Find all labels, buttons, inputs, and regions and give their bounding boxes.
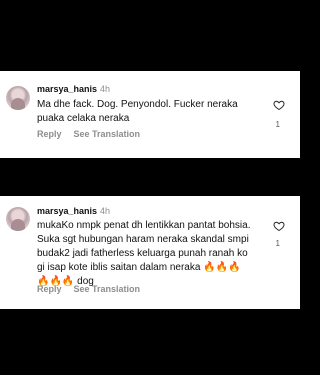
heart-outline-icon[interactable] xyxy=(273,220,285,232)
comment-time: 4h xyxy=(100,84,111,94)
like-count: 1 xyxy=(275,120,280,129)
reply-button[interactable]: Reply xyxy=(37,284,62,294)
username-text[interactable]: marsya_hanis xyxy=(37,84,97,94)
username-text[interactable]: marsya_hanis xyxy=(37,206,97,216)
comment-username[interactable]: marsya_hanis 4h xyxy=(37,84,110,94)
comment-time: 4h xyxy=(100,206,111,216)
comment-card: marsya_hanis 4h mukaKo nmpk penat dh lent… xyxy=(0,196,300,309)
see-translation-button[interactable]: See Translation xyxy=(74,129,141,139)
comment-actions: Reply See Translation xyxy=(37,129,152,139)
avatar[interactable] xyxy=(6,86,30,110)
avatar[interactable] xyxy=(6,207,30,231)
comment-text: mukaKo nmpk penat dh lentikkan pantat bo… xyxy=(37,220,251,287)
comment-actions: Reply See Translation xyxy=(37,284,152,294)
comment-card: marsya_hanis 4h Ma dhe fack. Dog. Penyond… xyxy=(0,71,300,158)
heart-outline-icon[interactable] xyxy=(273,99,285,111)
comment-username[interactable]: marsya_hanis 4h xyxy=(37,206,110,216)
comment-text: Ma dhe fack. Dog. Penyondol. Fucker nera… xyxy=(37,99,238,124)
reply-button[interactable]: Reply xyxy=(37,129,62,139)
like-count: 1 xyxy=(275,239,280,248)
see-translation-button[interactable]: See Translation xyxy=(74,284,141,294)
